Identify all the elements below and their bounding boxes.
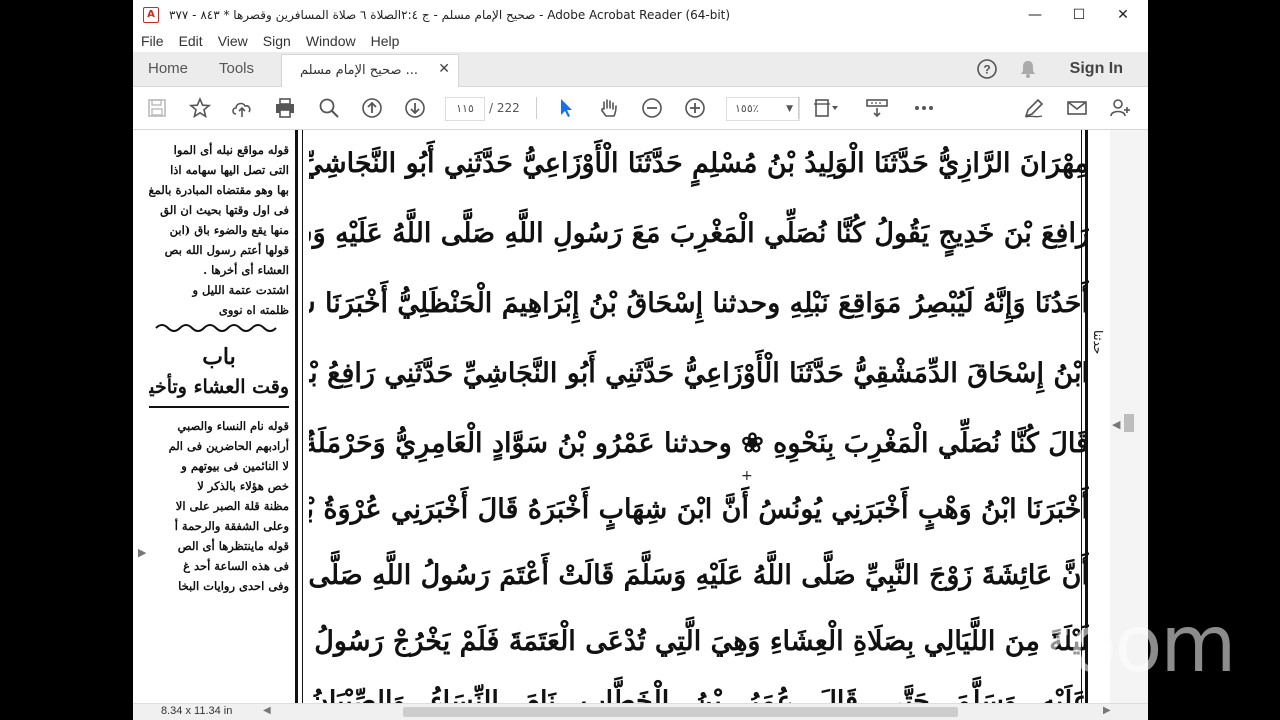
bookmark-star-icon[interactable] [187, 95, 213, 121]
save-icon[interactable] [144, 95, 170, 121]
help-icon[interactable]: ? [976, 52, 998, 86]
margin-bab-heading: باب [202, 344, 236, 370]
menu-view[interactable]: View [218, 33, 248, 49]
margin-line: بها وهو مقتضاه المبادرة بالمغ [149, 183, 289, 197]
hadith-line: ابْنُ إِسْحَاقَ الدِّمَشْقِيُّ حَدَّثَنَ… [309, 358, 1089, 389]
margin-line: فى هذه الساعة أحد غ [183, 559, 289, 573]
hadith-line: عَلَيْهِ وَسَلَّمَ حَتَّى قَالَ عُمَرُ ب… [309, 686, 1089, 704]
zoom-watermark: zoom [1030, 600, 1236, 690]
margin-line: ظلمته اه نووى [218, 303, 289, 317]
left-scroll-arrow-icon[interactable]: ▶ [138, 546, 146, 559]
margin-rule [149, 406, 289, 416]
next-page-icon[interactable] [402, 95, 428, 121]
hadith-line: أَخْبَرَنَا ابْنُ وَهْبٍ أَخْبَرَنِي يُو… [309, 494, 1089, 525]
chevron-down-icon: ▼ [786, 104, 793, 114]
hadith-line: لَيْلَةً مِنَ اللَّيَالِي بِصَلَاةِ الْع… [309, 626, 1089, 657]
tab-tools[interactable]: Tools [219, 52, 254, 86]
margin-line: قوله نام النساء والصبي [177, 419, 289, 433]
margin-line: اشتدت عتمة الليل و [192, 283, 289, 297]
wavy-divider [149, 320, 289, 342]
margin-line: أرادبهم الحاضرين فى الم [168, 439, 289, 453]
email-envelope-icon[interactable] [1064, 95, 1090, 121]
menu-help[interactable]: Help [371, 33, 400, 49]
tab-document-label: صحيح الإمام مسلم ... [300, 63, 419, 78]
margin-line: منها يقع والضوء باق (ابن [169, 223, 289, 237]
page-total: / 222 [489, 101, 520, 115]
margin-line: قوله ماينتظرها أى الص [177, 539, 289, 553]
margin-commentary: قوله مواقع نبله أى الموا التى تصل اليها … [149, 130, 289, 704]
acrobat-app-icon: A [143, 7, 159, 23]
document-view[interactable]: قوله مواقع نبله أى الموا التى تصل اليها … [133, 130, 1148, 704]
pdf-page[interactable]: قوله مواقع نبله أى الموا التى تصل اليها … [149, 130, 1109, 704]
hadith-line: رَافِعَ بْنَ خَدِيجٍ يَقُولُ كُنَّا نُصَ… [309, 218, 1089, 249]
margin-line: التى تصل اليها سهامه اذا [170, 163, 289, 177]
hadith-main-text: مِهْرَانَ الرَّازِيُّ حَدَّثَنَا الْوَلِ… [309, 130, 1089, 704]
svg-text:?: ? [983, 63, 990, 77]
hadith-line: أَحَدُنَا وَإِنَّهُ لَيُبْصِرُ مَوَاقِعَ… [309, 288, 1089, 319]
tab-document[interactable]: صحيح الإمام مسلم ... ✕ [281, 54, 459, 87]
page-border-left-inner [302, 130, 303, 704]
margin-line: لا النائمين فى بيوتهم و [181, 459, 289, 473]
tab-close-icon[interactable]: ✕ [438, 61, 450, 77]
scroll-mode-icon[interactable] [864, 95, 890, 121]
zoom-level-value: ١٥٥٪ [735, 102, 759, 115]
vertical-scroll-thumb[interactable] [1124, 414, 1134, 432]
zoom-out-icon[interactable] [639, 95, 665, 121]
sign-in-button[interactable]: Sign In [1070, 52, 1123, 86]
hadith-line: أَنَّ عَائِشَةَ زَوْجَ النَّبِيِّ صَلَّى… [309, 560, 1089, 591]
margin-line: وفى احدى روايات البخا [178, 579, 289, 593]
cloud-upload-icon[interactable] [229, 95, 255, 121]
more-tools-icon[interactable] [911, 95, 937, 121]
fill-sign-pen-icon[interactable] [1021, 95, 1047, 121]
collapse-arrow-icon[interactable]: ◀ [1112, 418, 1120, 431]
menu-window[interactable]: Window [306, 33, 356, 49]
scroll-right-icon[interactable]: ▶ [1103, 705, 1111, 716]
minimize-button[interactable]: — [1013, 0, 1057, 30]
hadith-line: قَالَ كُنَّا نُصَلِّي الْمَغْرِبَ بِنَحْ… [309, 428, 1089, 459]
horizontal-scroll-thumb[interactable] [403, 707, 958, 717]
menu-bar: File Edit View Sign Window Help [133, 30, 1148, 52]
margin-line: قولها أعتم رسول الله بص [164, 243, 289, 257]
print-icon[interactable] [272, 95, 298, 121]
fit-page-icon[interactable] [813, 95, 839, 121]
toolbar-divider [798, 97, 799, 119]
page-border-left [295, 130, 298, 704]
notification-bell-icon[interactable] [1018, 52, 1038, 86]
horizontal-scrollbar[interactable]: 8.34 x 11.34 in ◀ ▶ [133, 703, 1148, 720]
right-margin-text: حدثنا [1091, 330, 1105, 355]
hadith-line: مِهْرَانَ الرَّازِيُّ حَدَّثَنَا الْوَلِ… [309, 148, 1089, 179]
page-number-input[interactable]: ١١٥ [445, 97, 485, 121]
menu-edit[interactable]: Edit [179, 33, 203, 49]
margin-line: فى اول وقتها بحيث ان الق [160, 203, 289, 217]
margin-line: خص هؤلاء بالذكر لا [197, 479, 289, 493]
margin-line: قوله مواقع نبله أى الموا [173, 143, 289, 157]
acrobat-window: A صحيح الإمام مسلم - ج ٢:٤الصلاة ٦ صلاة … [133, 0, 1148, 720]
margin-line: مظنة قلة الصبر على الا [175, 499, 289, 513]
zoom-in-icon[interactable] [682, 95, 708, 121]
margin-line: العشاء أى أخرها . [203, 263, 289, 277]
scroll-left-icon[interactable]: ◀ [263, 705, 271, 716]
window-title: صحيح الإمام مسلم - ج ٢:٤الصلاة ٦ صلاة ال… [169, 8, 731, 22]
crosshair-cursor-icon: + [741, 468, 753, 484]
toolbar-divider [536, 97, 537, 119]
document-size-label: 8.34 x 11.34 in [161, 705, 233, 717]
select-pointer-icon[interactable] [553, 95, 579, 121]
margin-line: وعلى الشفقة والرحمة أ [174, 519, 289, 533]
title-bar: A صحيح الإمام مسلم - ج ٢:٤الصلاة ٦ صلاة … [133, 0, 1148, 30]
maximize-button[interactable]: ☐ [1057, 0, 1101, 30]
main-toolbar: ١١٥ / 222 ١٥٥٪ ▼ [133, 87, 1148, 130]
margin-chapter-title: وقت العشاء وتأخير [149, 376, 289, 398]
zoom-level-select[interactable]: ١٥٥٪ ▼ [726, 97, 800, 121]
share-user-icon[interactable] [1107, 95, 1133, 121]
previous-page-icon[interactable] [359, 95, 385, 121]
close-window-button[interactable]: ✕ [1101, 0, 1145, 30]
menu-sign[interactable]: Sign [263, 33, 291, 49]
tab-home[interactable]: Home [148, 52, 188, 86]
tab-bar: Home Tools صحيح الإمام مسلم ... ✕ ? Sign… [133, 52, 1148, 87]
find-magnifier-icon[interactable] [316, 95, 342, 121]
menu-file[interactable]: File [141, 33, 164, 49]
hand-tool-icon[interactable] [596, 95, 622, 121]
